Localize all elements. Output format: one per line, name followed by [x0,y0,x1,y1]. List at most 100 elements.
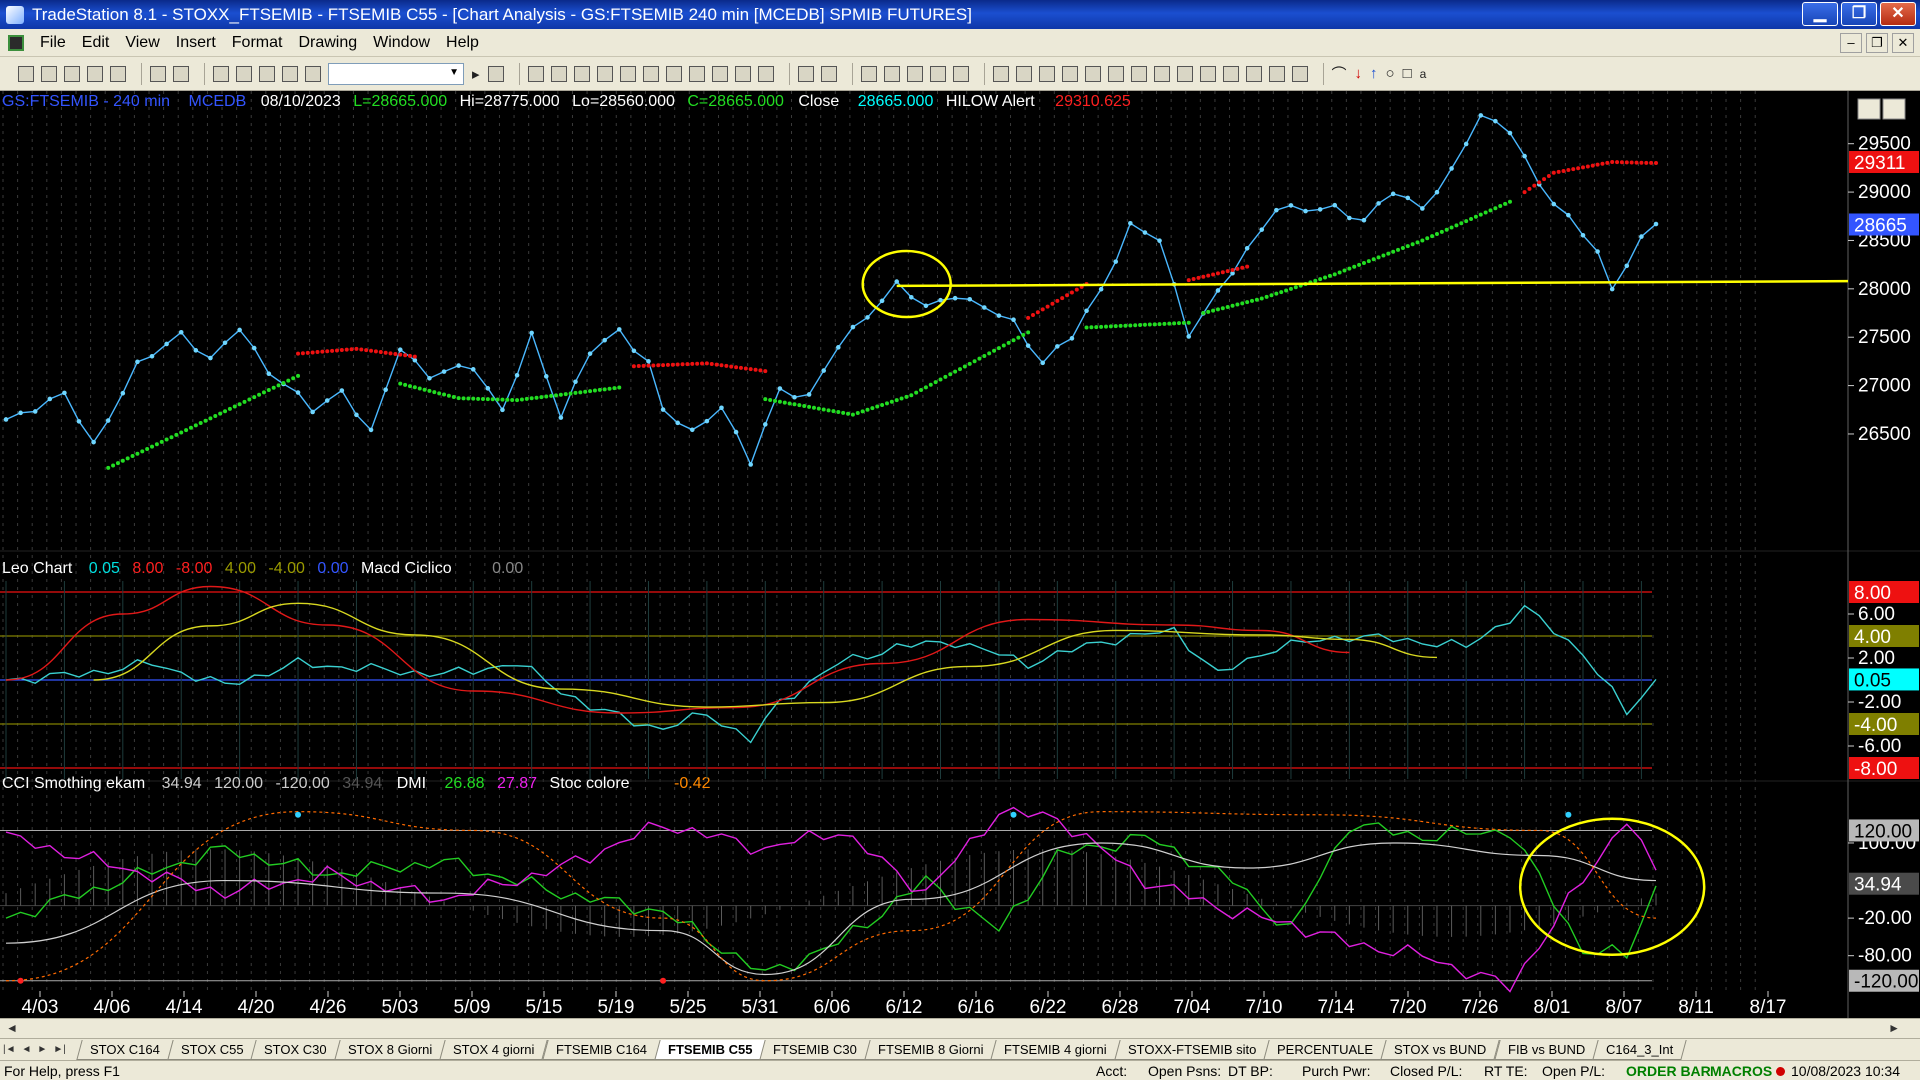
tab-stox-c55[interactable]: STOX C55 [166,1039,257,1060]
scanner-icon[interactable] [665,65,682,82]
scroll-right-button[interactable]: ► [1888,1021,1900,1035]
tools-icon[interactable] [906,65,923,82]
text-icon[interactable]: a [1420,67,1427,81]
status-macros[interactable]: MACROS [1710,1063,1772,1079]
symbol-combo[interactable] [328,62,464,85]
fibonacci-icon[interactable] [1061,65,1078,82]
mdi-minimize-button[interactable]: – [1840,33,1862,53]
tab-stox-c30[interactable]: STOX C30 [250,1039,341,1060]
curve-icon[interactable]: ⌒ [1332,63,1347,84]
arrow-down-icon[interactable]: ↓ [1355,65,1363,82]
tab-c164-3-int[interactable]: C164_3_Int [1592,1039,1687,1060]
fan-icon[interactable] [1107,65,1124,82]
status-order-bar[interactable]: ORDER BAR [1626,1063,1711,1079]
tab-ftsemib-4-giorni[interactable]: FTSEMIB 4 giorni [990,1039,1121,1060]
minimize-button[interactable]: ▁ [1802,2,1838,26]
tab-prev-button[interactable]: ◄ [19,1044,35,1055]
open-icon[interactable] [41,65,57,82]
lock-icon[interactable] [259,65,275,82]
leo-v2: 8.00 [132,560,163,577]
grid-icon[interactable] [573,65,590,82]
menu-window[interactable]: Window [365,34,438,52]
tab-stox-c164[interactable]: STOX C164 [76,1039,174,1060]
mdi-close-button[interactable]: ✕ [1892,33,1914,53]
menu-view[interactable]: View [117,34,167,52]
close-button[interactable]: ✕ [1880,2,1916,26]
tab-last-button[interactable]: ►| [50,1044,69,1055]
globe-icon[interactable] [305,65,321,82]
save-icon[interactable] [150,65,166,82]
hilow-up-dot [480,396,485,401]
draw-icon[interactable] [883,65,900,82]
table-icon[interactable] [550,65,567,82]
menu-help[interactable]: Help [438,34,487,52]
cycle-icon[interactable] [1268,65,1285,82]
format-icon[interactable] [952,65,969,82]
ellipse-icon[interactable]: ○ [1386,65,1395,82]
zoom-in-icon[interactable] [797,65,814,82]
arrow-up-icon[interactable]: ↑ [1370,65,1378,82]
channel-icon[interactable] [1130,65,1147,82]
hilow-up-dot [578,390,583,395]
price-point [1639,234,1644,239]
bar-chart-icon[interactable] [527,65,544,82]
refresh-icon[interactable] [619,65,636,82]
tab-fib-vs-bund[interactable]: FIB vs BUND [1494,1039,1599,1060]
tab-ftsemib-c30[interactable]: FTSEMIB C30 [759,1039,871,1060]
tab-percentuale[interactable]: PERCENTUALE [1263,1039,1388,1060]
new-workspace-icon[interactable] [87,65,103,82]
rectangle-icon[interactable]: □ [1403,65,1412,82]
panel-minimize-button[interactable] [1857,98,1881,120]
trendline-icon[interactable] [992,65,1009,82]
strategy-icon[interactable] [688,65,705,82]
menu-edit[interactable]: Edit [74,34,118,52]
network-icon[interactable] [282,65,298,82]
tab-stox-8-giorni[interactable]: STOX 8 Giorni [334,1039,446,1060]
zoom-out-icon[interactable] [820,65,837,82]
tab-next-button[interactable]: ► [34,1044,50,1055]
matrix-icon[interactable] [711,65,728,82]
radar-icon[interactable] [642,65,659,82]
tab-ftsemib-8-giorni[interactable]: FTSEMIB 8 Giorni [864,1039,998,1060]
tab-stox-vs-bund[interactable]: STOX vs BUND [1380,1039,1501,1060]
chart-area[interactable]: GS:FTSEMIB - 240 min MCEDB 08/10/2023 L=… [0,91,1920,1018]
chart-style-icon[interactable] [734,65,751,82]
tab-stoxx-ftsemib-sito[interactable]: STOXX-FTSEMIB sito [1114,1039,1271,1060]
tab-stox-4-giorni[interactable]: STOX 4 giorni [439,1039,549,1060]
folder-icon[interactable] [110,65,126,82]
bars-icon[interactable] [757,65,774,82]
regression-icon[interactable] [1176,65,1193,82]
gann-icon[interactable] [1245,65,1262,82]
print-icon[interactable] [173,65,189,82]
tab-ftsemib-c55[interactable]: FTSEMIB C55 [653,1039,766,1060]
cascade-icon[interactable] [236,65,252,82]
mdi-restore-button[interactable]: ❐ [1866,33,1888,53]
arc-icon[interactable] [1084,65,1101,82]
horizontal-scrollbar[interactable]: ◄ ► [0,1018,1920,1038]
tab-first-button[interactable]: |◄ [0,1044,19,1055]
pen-icon[interactable] [1291,65,1308,82]
maximize-button[interactable]: ❐ [1841,2,1877,26]
hilow-down-dot [330,348,335,353]
parallel-icon[interactable] [1199,65,1216,82]
arrows-icon[interactable] [1222,65,1239,82]
speed-lines-icon[interactable] [1153,65,1170,82]
document-icon[interactable] [8,34,24,51]
symbol-lookup-icon[interactable] [487,65,504,82]
scroll-left-button[interactable]: ◄ [6,1021,18,1035]
menu-file[interactable]: File [32,34,74,52]
open-workspace-icon[interactable] [64,65,80,82]
horizontal-lines-icon[interactable] [1038,65,1055,82]
new-icon[interactable] [18,65,34,82]
line-chart-icon[interactable] [596,65,613,82]
menu-insert[interactable]: Insert [168,34,224,52]
insert-study-icon[interactable] [929,65,946,82]
menu-format[interactable]: Format [224,34,291,52]
menu-drawing[interactable]: Drawing [290,34,365,52]
tab-ftsemib-c164[interactable]: FTSEMIB C164 [541,1039,661,1060]
pointer-icon[interactable] [860,65,877,82]
vertical-lines-icon[interactable] [1015,65,1032,82]
window-icon[interactable] [213,65,229,82]
panel-restore-button[interactable] [1882,98,1906,120]
arrow-right-icon[interactable]: ▸ [472,65,480,83]
